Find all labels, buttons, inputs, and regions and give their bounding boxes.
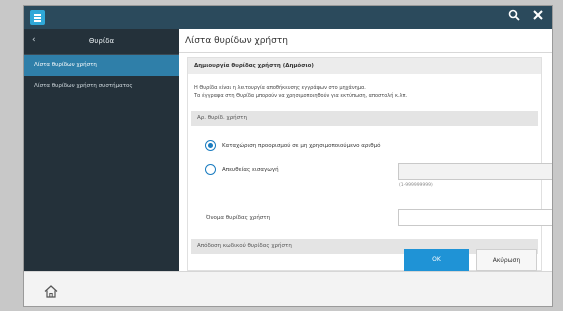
search-icon[interactable] — [508, 8, 520, 26]
close-icon[interactable] — [532, 8, 544, 26]
box-name-input[interactable] — [398, 209, 552, 226]
main-content: Λίστα θυρίδων χρήστη Δημιουργία θυρίδας … — [179, 29, 552, 271]
direct-input-radio[interactable] — [205, 164, 216, 175]
auto-number-radio[interactable] — [205, 140, 216, 151]
footer-bar — [24, 271, 552, 306]
sidebar-title: Θυρίδα — [88, 37, 115, 45]
description: Η Θυρίδα είναι η λειτουργία αποθήκευσης … — [194, 84, 407, 100]
home-icon[interactable] — [44, 283, 58, 298]
sidebar: ‹ Θυρίδα Λίστα θυρίδων χρήστη Λίστα θυρί… — [24, 29, 179, 271]
panel-title: Δημιουργία θυρίδας χρήστη (Δημόσιο) — [188, 58, 541, 74]
device-screen: ‹ Θυρίδα Λίστα θυρίδων χρήστη Λίστα θυρί… — [23, 5, 553, 307]
sidebar-item-user-boxes[interactable]: Λίστα θυρίδων χρήστη — [24, 55, 179, 76]
description-line: Τα έγγραφα στη Θυρίδα μπορούν να χρησιμο… — [194, 93, 408, 99]
create-box-panel: Δημιουργία θυρίδας χρήστη (Δημόσιο) Η Θυ… — [187, 57, 552, 271]
cancel-button[interactable]: Ακύρωση — [476, 249, 537, 271]
page-title: Λίστα θυρίδων χρήστη — [179, 29, 552, 53]
sidebar-header: ‹ Θυρίδα — [24, 29, 179, 55]
description-line: Η Θυρίδα είναι η λειτουργία αποθήκευσης … — [194, 85, 366, 91]
box-number-section: Αρ. θυρίδ. χρήστη — [191, 111, 538, 126]
auto-number-label: Καταχώριση προορισμού σε μη χρησιμοποιού… — [222, 143, 381, 149]
direct-input-label: Απευθείας εισαγωγή — [222, 167, 279, 173]
top-bar — [24, 6, 552, 29]
box-number-hint: (1-999999999) — [399, 183, 433, 188]
ok-button[interactable]: OK — [404, 249, 469, 271]
menu-icon[interactable] — [30, 10, 45, 25]
sidebar-item-system-boxes[interactable]: Λίστα θυρίδων χρήστη συστήματος — [24, 76, 179, 97]
box-number-input[interactable] — [398, 163, 552, 180]
box-name-label: Όνομα θυρίδας χρήστη — [206, 215, 271, 221]
